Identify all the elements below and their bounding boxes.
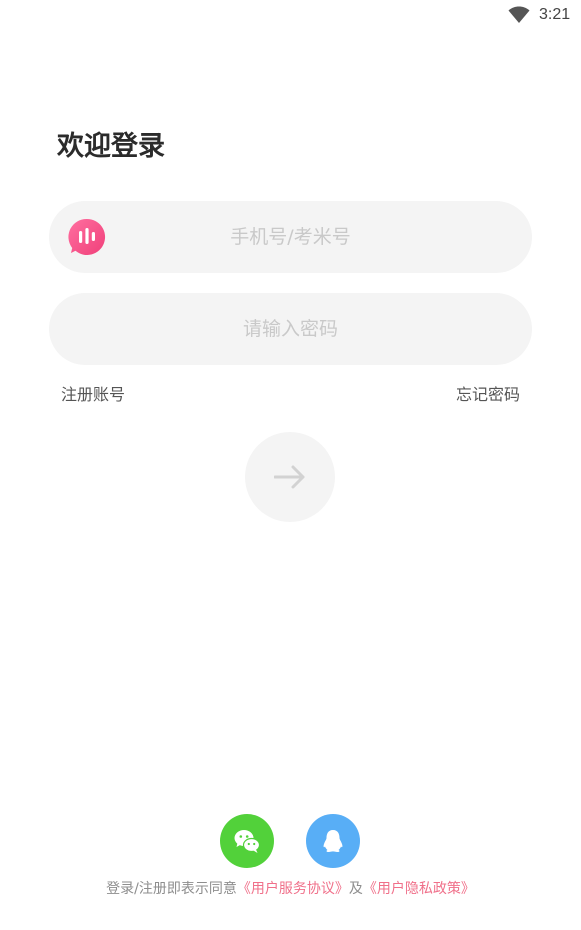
phone-input[interactable] <box>49 201 532 273</box>
wifi-icon <box>508 6 530 23</box>
agreement-text: 登录/注册即表示同意《用户服务协议》及《用户隐私政策》 <box>0 879 581 899</box>
qq-icon <box>323 830 343 852</box>
privacy-policy-link[interactable]: 《用户隐私政策》 <box>363 881 475 897</box>
agreement-prefix: 登录/注册即表示同意 <box>106 881 237 897</box>
status-bar: 3:21 <box>0 0 581 30</box>
wechat-login-button[interactable] <box>220 814 274 868</box>
wechat-icon <box>234 830 261 853</box>
phone-field[interactable] <box>49 201 532 273</box>
agreement-joiner: 及 <box>348 881 363 897</box>
password-input[interactable] <box>49 293 532 365</box>
app-logo-icon <box>68 218 106 255</box>
page-title: 欢迎登录 <box>57 131 165 162</box>
qq-login-button[interactable] <box>306 814 360 868</box>
password-field[interactable] <box>49 293 532 365</box>
arrow-right-icon <box>274 465 305 489</box>
status-time: 3:21 <box>539 6 571 23</box>
login-submit-button[interactable] <box>245 432 335 522</box>
service-agreement-link[interactable]: 《用户服务协议》 <box>237 881 349 897</box>
forgot-password-link[interactable]: 忘记密码 <box>456 383 520 407</box>
register-link[interactable]: 注册账号 <box>61 383 125 407</box>
